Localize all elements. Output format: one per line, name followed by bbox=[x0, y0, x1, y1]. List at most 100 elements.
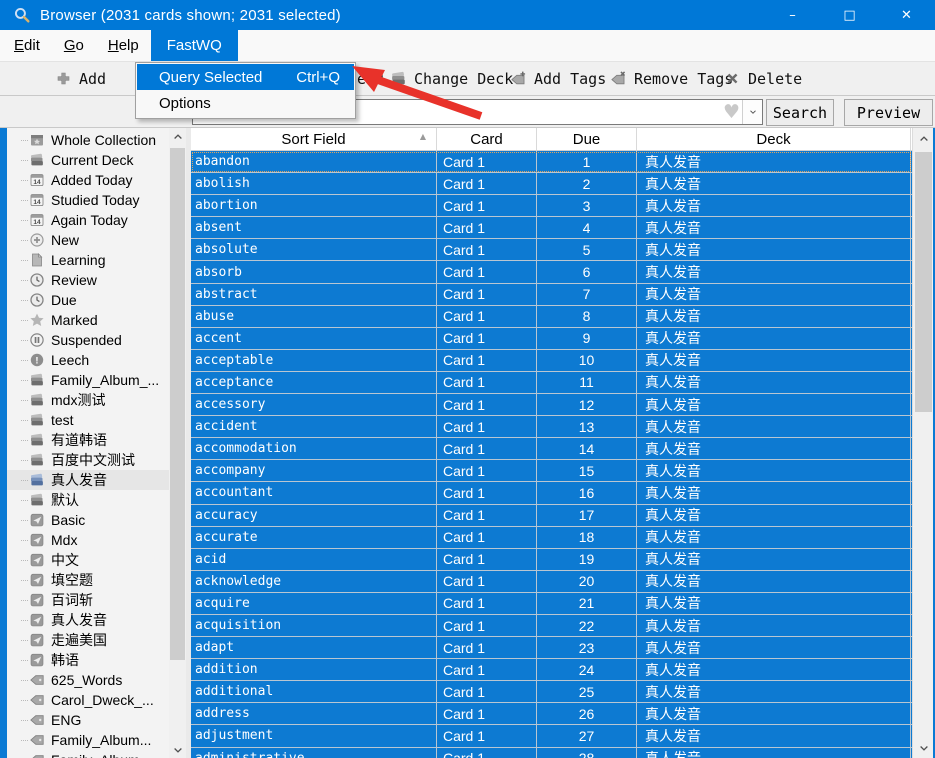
scroll-up-icon[interactable] bbox=[915, 130, 932, 147]
table-row[interactable]: accommodation Card 1 14 真人发音 bbox=[191, 438, 912, 461]
sidebar-item-suspended[interactable]: Suspended bbox=[7, 330, 169, 350]
table-row[interactable]: accuracy Card 1 17 真人发音 bbox=[191, 504, 912, 527]
column-header-due[interactable]: Due bbox=[537, 128, 637, 150]
table-scroll-thumb[interactable] bbox=[915, 152, 932, 412]
deck-icon bbox=[29, 152, 45, 168]
combobox-dropdown-button[interactable] bbox=[742, 100, 762, 124]
tree-line bbox=[21, 259, 28, 261]
scroll-down-icon[interactable] bbox=[169, 741, 186, 758]
table-row[interactable]: abolish Card 1 2 真人发音 bbox=[191, 173, 912, 196]
column-header-card[interactable]: Card bbox=[437, 128, 537, 150]
sidebar-item-family_album-[interactable]: Family_Album... bbox=[7, 750, 169, 758]
table-row[interactable]: abandon Card 1 1 真人发音 bbox=[191, 151, 912, 174]
table-row[interactable]: address Card 1 26 真人发音 bbox=[191, 703, 912, 726]
sidebar-item-family_album-[interactable]: Family_Album... bbox=[7, 730, 169, 750]
minimize-button[interactable]: – bbox=[764, 0, 821, 30]
table-row[interactable]: absorb Card 1 6 真人发音 bbox=[191, 261, 912, 284]
sidebar-item-真人发音[interactable]: 真人发音 bbox=[7, 470, 169, 490]
sidebar-item-默认[interactable]: 默认 bbox=[7, 490, 169, 510]
table-row[interactable]: administrativeCard 128真人发音 bbox=[191, 747, 912, 758]
table-row[interactable]: adapt Card 1 23 真人发音 bbox=[191, 637, 912, 660]
sidebar-item-whole-collection[interactable]: Whole Collection bbox=[7, 130, 169, 150]
sidebar-item-有道韩语[interactable]: 有道韩语 bbox=[7, 430, 169, 450]
sidebar-item-mdx[interactable]: Mdx bbox=[7, 530, 169, 550]
menu-option-options[interactable]: Options bbox=[137, 90, 354, 116]
sidebar-item-填空题[interactable]: 填空题 bbox=[7, 570, 169, 590]
table-row[interactable]: absent Card 1 4 真人发音 bbox=[191, 217, 912, 240]
favorite-heart-icon[interactable]: ♥ bbox=[723, 102, 740, 122]
table-row[interactable]: accessory Card 1 12 真人发音 bbox=[191, 394, 912, 417]
table-row[interactable]: acquisition Card 1 22 真人发音 bbox=[191, 614, 912, 638]
table-row[interactable]: accident Card 1 13 真人发音 bbox=[191, 416, 912, 439]
sidebar-item-current-deck[interactable]: Current Deck bbox=[7, 150, 169, 170]
sidebar-scrollbar[interactable] bbox=[169, 128, 186, 758]
menu-item-edit[interactable]: Edit bbox=[2, 30, 52, 61]
sidebar-item-百词斩[interactable]: 百词斩 bbox=[7, 590, 169, 610]
change-deck-button[interactable]: Change Deck bbox=[390, 62, 513, 95]
sidebar-item-added-today[interactable]: 14 Added Today bbox=[7, 170, 169, 190]
sidebar-item-mdx测试[interactable]: mdx测试 bbox=[7, 390, 169, 410]
sidebar-item-eng[interactable]: ENG bbox=[7, 710, 169, 730]
sidebar-item-new[interactable]: New bbox=[7, 230, 169, 250]
card-table: Sort Field ▲ Card Due Deck abandon Card 1 1 真人发… bbox=[191, 128, 933, 758]
sidebar-item-走遍美国[interactable]: 走遍美国 bbox=[7, 630, 169, 650]
table-row[interactable]: abortion Card 1 3 真人发音 bbox=[191, 195, 912, 218]
sidebar-item-family_album_-[interactable]: Family_Album_... bbox=[7, 370, 169, 390]
sidebar-item-learning[interactable]: Learning bbox=[7, 250, 169, 270]
table-row[interactable]: abstract Card 1 7 真人发音 bbox=[191, 283, 912, 306]
column-header-sort-field[interactable]: Sort Field ▲ bbox=[191, 128, 437, 150]
sidebar-scroll-thumb[interactable] bbox=[170, 148, 185, 660]
table-row[interactable]: acknowledge Card 1 20 真人发音 bbox=[191, 570, 912, 593]
sidebar-item-百度中文测试[interactable]: 百度中文测试 bbox=[7, 450, 169, 470]
menu-item-go[interactable]: Go bbox=[52, 30, 96, 61]
sidebar-item-due[interactable]: Due bbox=[7, 290, 169, 310]
sidebar-item-中文[interactable]: 中文 bbox=[7, 550, 169, 570]
sidebar-item-leech[interactable]: ! Leech bbox=[7, 350, 169, 370]
tree-line bbox=[21, 719, 28, 721]
sidebar-item-studied-today[interactable]: 14 Studied Today bbox=[7, 190, 169, 210]
table-row[interactable]: absolute Card 1 5 真人发音 bbox=[191, 239, 912, 262]
menu-item-help[interactable]: Help bbox=[96, 30, 151, 61]
sidebar-item-625_words[interactable]: 625_Words bbox=[7, 670, 169, 690]
sidebar-item-again-today[interactable]: 14 Again Today bbox=[7, 210, 169, 230]
cell-card: Card 1 bbox=[437, 659, 537, 681]
sidebar-item-test[interactable]: test bbox=[7, 410, 169, 430]
table-scrollbar[interactable] bbox=[912, 128, 933, 758]
column-header-deck[interactable]: Deck bbox=[637, 128, 911, 150]
remove-tags-button[interactable]: Remove Tags bbox=[610, 62, 733, 95]
table-row[interactable]: accountant Card 1 16 真人发音 bbox=[191, 482, 912, 505]
suspend-button-partial[interactable]: end bbox=[357, 62, 384, 95]
sidebar-item-carol_dweck_-[interactable]: Carol_Dweck_... bbox=[7, 690, 169, 710]
sidebar-item-label: 百度中文测试 bbox=[51, 452, 135, 468]
table-row[interactable]: additional Card 1 25 真人发音 bbox=[191, 681, 912, 704]
close-button[interactable]: ✕ bbox=[878, 0, 935, 30]
delete-button[interactable]: Delete bbox=[724, 62, 802, 95]
sidebar-item-marked[interactable]: Marked bbox=[7, 310, 169, 330]
table-row[interactable]: adjustment Card 1 27 真人发音 bbox=[191, 725, 912, 748]
maximize-button[interactable]: □ bbox=[821, 0, 878, 30]
table-row[interactable]: addition Card 1 24 真人发音 bbox=[191, 659, 912, 682]
sidebar-item-review[interactable]: Review bbox=[7, 270, 169, 290]
preview-button[interactable]: Preview bbox=[844, 99, 933, 126]
scroll-down-icon[interactable] bbox=[915, 739, 932, 756]
search-button[interactable]: Search bbox=[766, 99, 834, 126]
cell-sort-field: acquisition bbox=[191, 614, 437, 637]
table-row[interactable]: accent Card 1 9 真人发音 bbox=[191, 327, 912, 350]
cell-deck: 真人发音 bbox=[637, 747, 911, 758]
menu-item-fastwq[interactable]: FastWQ bbox=[150, 30, 238, 61]
sidebar-item-basic[interactable]: Basic bbox=[7, 510, 169, 530]
table-row[interactable]: acquire Card 1 21 真人发音 bbox=[191, 592, 912, 615]
table-row[interactable]: accurate Card 1 18 真人发音 bbox=[191, 526, 912, 549]
scroll-up-icon[interactable] bbox=[169, 128, 186, 145]
add-button[interactable]: Add bbox=[55, 62, 106, 95]
cell-due: 26 bbox=[537, 703, 637, 725]
table-row[interactable]: acceptable Card 1 10 真人发音 bbox=[191, 349, 912, 372]
table-row[interactable]: abuse Card 1 8 真人发音 bbox=[191, 305, 912, 328]
sidebar-item-韩语[interactable]: 韩语 bbox=[7, 650, 169, 670]
table-row[interactable]: accompany Card 1 15 真人发音 bbox=[191, 460, 912, 483]
sidebar-item-真人发音[interactable]: 真人发音 bbox=[7, 610, 169, 630]
add-tags-button[interactable]: Add Tags bbox=[510, 62, 606, 95]
table-row[interactable]: acceptance Card 1 11 真人发音 bbox=[191, 371, 912, 395]
menu-option-query-selected[interactable]: Query Selected Ctrl+Q bbox=[137, 64, 354, 90]
table-row[interactable]: acid Card 1 19 真人发音 bbox=[191, 548, 912, 571]
